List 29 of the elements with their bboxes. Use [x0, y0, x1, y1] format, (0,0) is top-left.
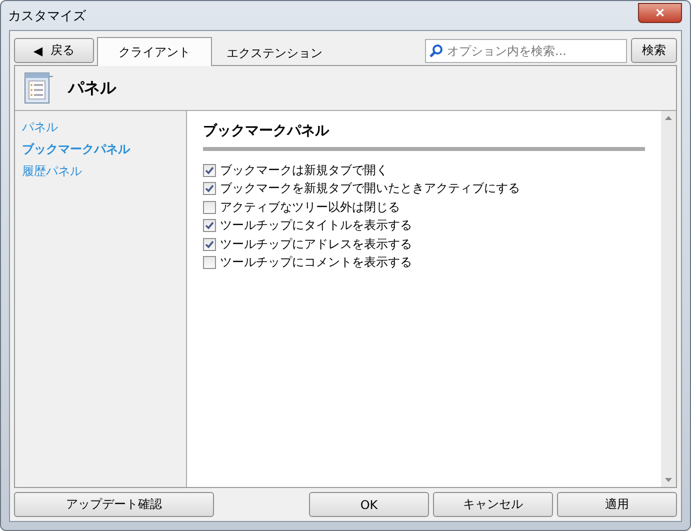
dialog-button[interactable]: 適用: [557, 492, 677, 517]
option-label: アクティブなツリー以外は閉じる: [220, 198, 400, 216]
option-label: ツールチップにアドレスを表示する: [220, 236, 412, 253]
window-title: カスタマイズ: [8, 8, 86, 24]
checkbox[interactable]: [203, 238, 216, 251]
dialog-button[interactable]: OK: [309, 492, 429, 517]
search-icon: [429, 44, 443, 58]
search-button[interactable]: 検索: [631, 38, 677, 63]
checkbox[interactable]: [203, 219, 216, 232]
search-field[interactable]: オプション内を検索...: [425, 39, 627, 63]
section-title: ブックマークパネル: [203, 122, 645, 151]
scroll-up-icon[interactable]: [665, 116, 672, 120]
update-check-button[interactable]: アップデート確認: [14, 492, 214, 517]
panel-title: パネル: [68, 78, 116, 98]
scrollbar[interactable]: [661, 111, 676, 487]
option-label: ブックマークを新規タブで開いたときアクティブにする: [220, 180, 520, 198]
back-button[interactable]: ◀ 戻る: [14, 38, 94, 63]
checkbox[interactable]: [203, 164, 216, 177]
checkbox[interactable]: [203, 200, 216, 214]
option-label: ブックマークは新規タブで開く: [220, 162, 388, 179]
panel-icon: [24, 72, 54, 104]
tab[interactable]: エクステンション: [212, 40, 337, 66]
checkbox[interactable]: [203, 256, 216, 270]
checkbox[interactable]: [203, 182, 216, 196]
dialog-button[interactable]: キャンセル: [433, 492, 553, 517]
option-label: ツールチップにタイトルを表示する: [220, 217, 412, 234]
option-label: ツールチップにコメントを表示する: [220, 254, 412, 272]
scroll-down-icon[interactable]: [665, 478, 672, 482]
tab[interactable]: クライアント: [97, 37, 212, 66]
